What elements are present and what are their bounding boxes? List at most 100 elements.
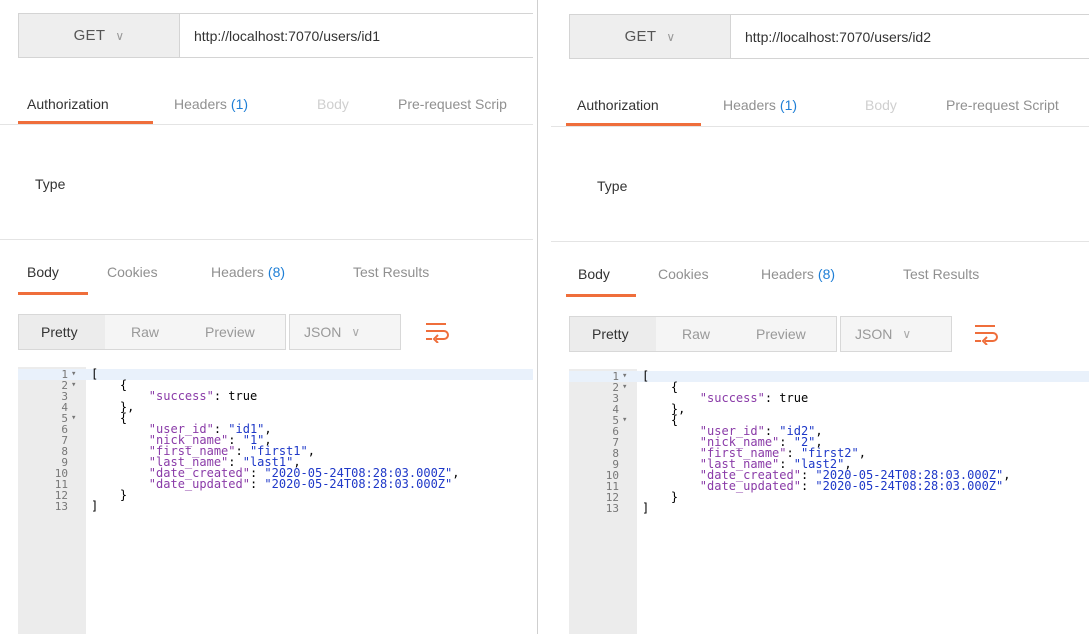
pretty-button[interactable]: Pretty (592, 326, 629, 342)
request-panel-right: GET ∨ http://localhost:7070/users/id2 Au… (551, 0, 1089, 634)
code-line: 13] (18, 499, 533, 513)
raw-button[interactable]: Raw (682, 326, 710, 342)
code-text: ] (642, 501, 650, 515)
tab-divider (0, 124, 533, 125)
preview-button[interactable]: Preview (205, 324, 255, 340)
fold-toggle-icon[interactable]: ▾ (622, 415, 627, 426)
tab-label: Body (865, 97, 897, 113)
tab-count: (1) (230, 96, 249, 112)
chevron-down-icon: ∨ (902, 327, 912, 341)
tab-headers[interactable]: Headers (1) (174, 84, 248, 124)
tab-label: Authorization (577, 97, 659, 113)
tab-response-body[interactable]: Body (578, 254, 610, 294)
tab-label: Authorization (27, 96, 109, 112)
tab-label: Cookies (658, 266, 709, 282)
tab-headers[interactable]: Headers (1) (723, 85, 797, 125)
code-line: 13] (569, 501, 1089, 515)
fold-toggle-icon[interactable]: ▾ (622, 371, 627, 382)
auth-type-label: Type (35, 176, 66, 192)
tab-test-results[interactable]: Test Results (903, 254, 979, 294)
tab-test-results[interactable]: Test Results (353, 252, 429, 292)
json-key: "date_updated" (699, 479, 801, 493)
response-tabs: Body Cookies Headers (8) Test Results (0, 252, 533, 292)
tab-response-body[interactable]: Body (27, 252, 59, 292)
response-code-editor[interactable]: 1 ▾[2 ▾ {3 "success": true 4 }, 5 ▾ {6 "user_… (569, 369, 1089, 634)
fold-toggle-icon[interactable]: ▾ (71, 369, 76, 380)
tab-count: (8) (267, 264, 286, 280)
tab-count: (8) (817, 266, 836, 282)
tab-label: Body (27, 264, 59, 280)
language-label: JSON (304, 324, 342, 340)
code-text: "date_updated": "2020-05-24T08:28:03.000… (699, 479, 1004, 493)
response-code-editor[interactable]: 1 ▾[2 ▾ {3 "success": true 4 }, 5 ▾ {6 "user_… (18, 367, 533, 634)
url-input[interactable]: http://localhost:7070/users/id2 (731, 14, 1089, 59)
response-tabs: Body Cookies Headers (8) Test Results (551, 254, 1089, 294)
tab-cookies[interactable]: Cookies (658, 254, 709, 294)
wrap-lines-icon[interactable] (971, 319, 1001, 349)
tab-body[interactable]: Body (317, 84, 349, 124)
tab-authorization[interactable]: Authorization (577, 85, 659, 125)
format-toggle-group: Pretty Raw Preview (569, 316, 837, 352)
tab-response-headers[interactable]: Headers (8) (761, 254, 835, 294)
request-tabs: Authorization Headers (1) Body Pre-reques… (0, 84, 533, 124)
tab-response-headers[interactable]: Headers (8) (211, 252, 285, 292)
tab-label: Headers (723, 97, 776, 113)
line-number: 13 (605, 502, 619, 515)
tab-label: Test Results (903, 266, 980, 282)
tab-count: (1) (779, 97, 798, 113)
json-string: "2020-05-24T08:28:03.000Z" (815, 479, 1004, 493)
raw-button[interactable]: Raw (131, 324, 159, 340)
method-select[interactable]: GET ∨ (569, 14, 731, 59)
json-key: "date_updated" (148, 477, 250, 491)
tab-divider (551, 126, 1089, 127)
preview-button[interactable]: Preview (756, 326, 806, 342)
language-label: JSON (855, 326, 893, 342)
tab-label: Body (317, 96, 349, 112)
wrap-lines-icon[interactable] (422, 317, 452, 347)
method-select[interactable]: GET ∨ (18, 13, 180, 58)
tab-cookies[interactable]: Cookies (107, 252, 158, 292)
panel-divider (533, 0, 551, 634)
language-select[interactable]: JSON ∨ (289, 314, 401, 350)
json-key: "success" (699, 391, 765, 405)
tab-label: Body (578, 266, 610, 282)
auth-type-label: Type (597, 178, 628, 194)
fold-toggle-icon[interactable]: ▾ (71, 413, 76, 424)
request-panel-left: GET ∨ http://localhost:7070/users/id1 Au… (0, 0, 533, 634)
code-text: ] (91, 499, 99, 513)
section-divider (551, 241, 1089, 242)
chevron-down-icon: ∨ (666, 29, 676, 44)
method-label: GET (73, 27, 106, 44)
json-key: "success" (148, 389, 214, 403)
tab-label: Headers (174, 96, 227, 112)
fold-toggle-icon[interactable]: ▾ (71, 380, 76, 391)
line-number: 13 (54, 500, 68, 513)
url-input[interactable]: http://localhost:7070/users/id1 (180, 13, 533, 58)
tab-label: Pre-request Script (946, 97, 1059, 113)
active-tab-indicator (18, 292, 88, 295)
request-tabs: Authorization Headers (1) Body Pre-reques… (551, 85, 1089, 125)
pretty-button[interactable]: Pretty (41, 324, 78, 340)
chevron-down-icon: ∨ (115, 28, 125, 43)
tab-body[interactable]: Body (865, 85, 897, 125)
tab-label: Headers (761, 266, 814, 282)
tab-authorization[interactable]: Authorization (27, 84, 109, 124)
tab-label: Test Results (353, 264, 430, 280)
active-tab-indicator (566, 294, 636, 297)
tab-pre-request-script[interactable]: Pre-request Scrip (398, 84, 507, 124)
section-divider (0, 239, 533, 240)
language-select[interactable]: JSON ∨ (840, 316, 952, 352)
json-boolean: true (228, 389, 258, 403)
json-boolean: true (779, 391, 809, 405)
fold-toggle-icon[interactable]: ▾ (622, 382, 627, 393)
tab-label: Pre-request Scrip (398, 96, 507, 112)
code-text: "date_updated": "2020-05-24T08:28:03.000… (148, 477, 453, 491)
method-label: GET (624, 28, 657, 45)
json-string: "2020-05-24T08:28:03.000Z" (264, 477, 453, 491)
tab-label: Cookies (107, 264, 158, 280)
tab-pre-request-script[interactable]: Pre-request Script (946, 85, 1059, 125)
url-text: http://localhost:7070/users/id1 (194, 27, 381, 44)
chevron-down-icon: ∨ (351, 325, 361, 339)
url-text: http://localhost:7070/users/id2 (745, 28, 932, 45)
tab-label: Headers (211, 264, 264, 280)
